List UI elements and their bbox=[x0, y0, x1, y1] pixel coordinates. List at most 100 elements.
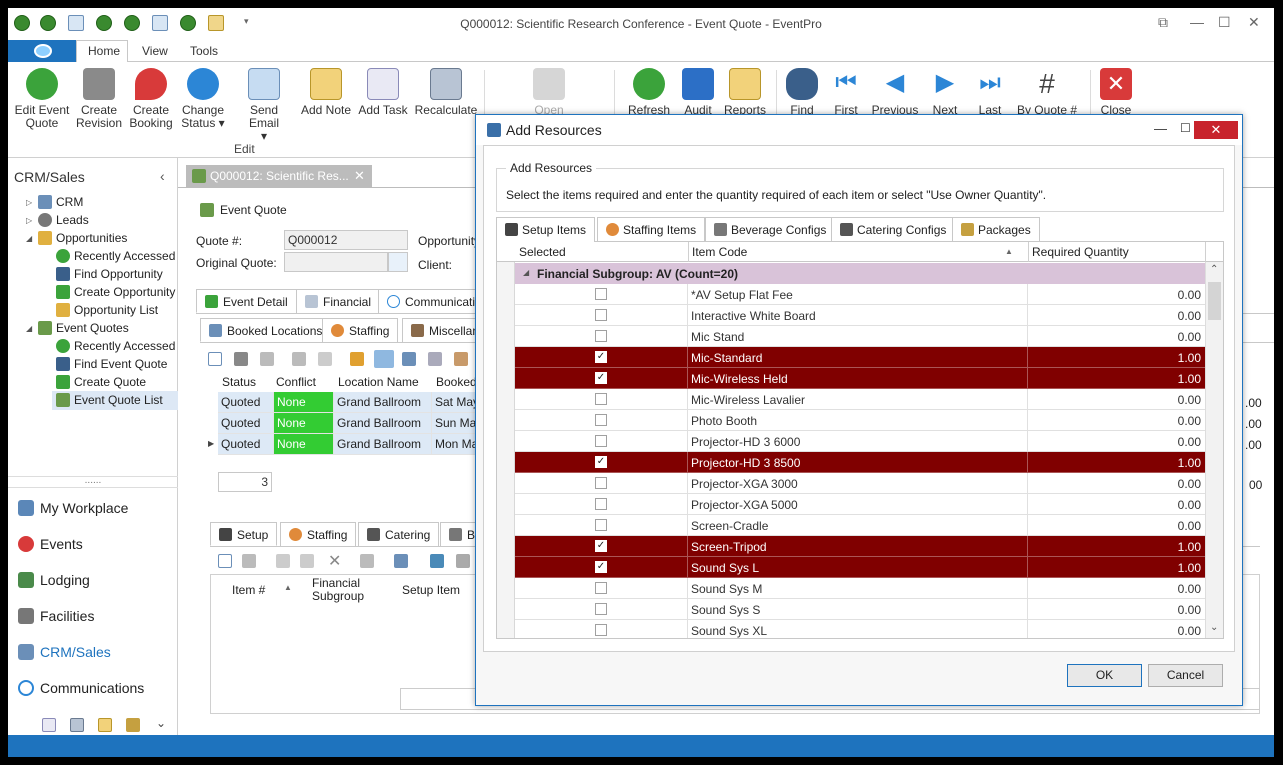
nav-communications[interactable]: Communications bbox=[18, 680, 144, 696]
add-task-button[interactable]: Add Task bbox=[358, 68, 408, 117]
item-row[interactable]: Mic-Wireless Lavalier 0.00 bbox=[515, 389, 1205, 410]
required-quantity[interactable]: 0.00 bbox=[1035, 624, 1201, 638]
misc-icon[interactable] bbox=[456, 554, 470, 568]
tree-item-opportunities[interactable]: Opportunities bbox=[38, 231, 127, 245]
tree-item-recently-accessed[interactable]: Recently Accessed bbox=[56, 249, 175, 263]
file-tab[interactable] bbox=[8, 40, 76, 62]
row3-conflict[interactable]: None bbox=[274, 434, 334, 455]
selected-checkbox[interactable] bbox=[595, 624, 607, 636]
tree-item-find-opportunity[interactable]: Find Opportunity bbox=[56, 267, 163, 281]
item-row[interactable]: Projector-HD 3 6000 0.00 bbox=[515, 431, 1205, 452]
selected-checkbox[interactable]: ✓ bbox=[595, 372, 607, 384]
save-icon[interactable] bbox=[292, 352, 306, 366]
item-row[interactable]: Mic Stand 0.00 bbox=[515, 326, 1205, 347]
resource-icon[interactable] bbox=[402, 352, 416, 366]
item-code[interactable]: Mic-Standard bbox=[691, 351, 762, 365]
selected-checkbox[interactable] bbox=[595, 393, 607, 405]
required-quantity[interactable]: 1.00 bbox=[1035, 456, 1201, 470]
required-quantity[interactable]: 1.00 bbox=[1035, 540, 1201, 554]
refresh-button[interactable]: Refresh bbox=[626, 68, 672, 117]
required-quantity[interactable]: 0.00 bbox=[1035, 393, 1201, 407]
send-email-button[interactable]: Send Email ▾ bbox=[234, 68, 294, 143]
collapse-icon[interactable]: ◢ bbox=[26, 234, 32, 243]
selected-checkbox[interactable]: ✓ bbox=[595, 351, 607, 363]
row2-status[interactable]: Quoted bbox=[218, 413, 274, 434]
restore-icon[interactable]: ⧉ bbox=[1158, 14, 1168, 31]
column-status[interactable]: Status bbox=[222, 375, 256, 389]
tree-item-find-event-quote[interactable]: Find Event Quote bbox=[56, 357, 167, 371]
required-quantity[interactable]: 0.00 bbox=[1035, 330, 1201, 344]
scroll-thumb[interactable] bbox=[1208, 282, 1221, 320]
tab-staffing-lower[interactable]: Staffing bbox=[280, 522, 357, 546]
item-row[interactable]: Sound Sys S 0.00 bbox=[515, 599, 1205, 620]
row1-location[interactable]: Grand Ballroom bbox=[334, 392, 432, 413]
item-row[interactable]: ✓ Screen-Tripod 1.00 bbox=[515, 536, 1205, 557]
group-row[interactable]: ◢ Financial Subgroup: AV (Count=20) bbox=[515, 263, 1205, 284]
item-code[interactable]: Sound Sys S bbox=[691, 603, 760, 617]
nav-lodging[interactable]: Lodging bbox=[18, 572, 90, 588]
item-code[interactable]: Mic-Wireless Lavalier bbox=[691, 393, 805, 407]
scroll-up-icon[interactable]: ⌃ bbox=[1210, 264, 1218, 275]
required-quantity[interactable]: 0.00 bbox=[1035, 414, 1201, 428]
last-button[interactable]: ⏭ Last bbox=[972, 68, 1008, 117]
audit-button[interactable]: Audit bbox=[678, 68, 718, 117]
tab-view[interactable]: View bbox=[142, 44, 168, 58]
item-row[interactable]: Interactive White Board 0.00 bbox=[515, 305, 1205, 326]
collapse-icon[interactable]: ◢ bbox=[26, 324, 32, 333]
row3-location[interactable]: Grand Ballroom bbox=[334, 434, 432, 455]
required-quantity[interactable]: 0.00 bbox=[1035, 603, 1201, 617]
required-quantity[interactable]: 0.00 bbox=[1035, 288, 1201, 302]
item-code[interactable]: Screen-Tripod bbox=[691, 540, 767, 554]
tree-item-leads[interactable]: Leads bbox=[38, 213, 89, 227]
required-quantity[interactable]: 0.00 bbox=[1035, 582, 1201, 596]
required-quantity[interactable]: 0.00 bbox=[1035, 498, 1201, 512]
ok-button[interactable]: OK bbox=[1067, 664, 1142, 687]
expand-icon[interactable]: ▷ bbox=[26, 216, 32, 225]
close-tab-icon[interactable]: ✕ bbox=[354, 168, 365, 184]
calculator-icon[interactable] bbox=[70, 718, 84, 732]
selected-checkbox[interactable] bbox=[595, 330, 607, 342]
selected-checkbox[interactable]: ✓ bbox=[595, 456, 607, 468]
item-code[interactable]: Projector-HD 3 8500 bbox=[691, 456, 800, 470]
copy-icon[interactable] bbox=[242, 554, 256, 568]
document-tab[interactable]: Q000012: Scientific Res... ✕ bbox=[186, 165, 372, 187]
required-quantity[interactable]: 1.00 bbox=[1035, 372, 1201, 386]
tab-home[interactable]: Home bbox=[88, 44, 120, 58]
resource-alt-icon[interactable] bbox=[428, 352, 442, 366]
scroll-down-icon[interactable]: ⌄ bbox=[1210, 622, 1218, 633]
first-button[interactable]: ⏮ First bbox=[828, 68, 864, 117]
selected-checkbox[interactable] bbox=[595, 582, 607, 594]
row2-conflict[interactable]: None bbox=[274, 413, 334, 434]
close-window-icon[interactable]: ✕ bbox=[1248, 14, 1260, 31]
item-code[interactable]: Interactive White Board bbox=[691, 309, 816, 323]
nav-events[interactable]: Events bbox=[18, 536, 83, 552]
tab-tools[interactable]: Tools bbox=[190, 44, 218, 58]
maximize-icon[interactable]: ☐ bbox=[1218, 14, 1231, 31]
selected-checkbox[interactable] bbox=[595, 288, 607, 300]
selected-checkbox[interactable]: ✓ bbox=[595, 540, 607, 552]
add-resources-icon[interactable] bbox=[374, 350, 394, 368]
selected-checkbox[interactable] bbox=[595, 414, 607, 426]
tab-setup-items[interactable]: Setup Items bbox=[496, 217, 596, 242]
next-button[interactable]: ▶ Next bbox=[926, 68, 964, 117]
nav-my-workplace[interactable]: My Workplace bbox=[18, 500, 128, 516]
sidebar-splitter[interactable]: ...... bbox=[8, 476, 178, 488]
tab-financial[interactable]: Financial bbox=[296, 289, 381, 313]
item-row[interactable]: Photo Booth 0.00 bbox=[515, 410, 1205, 431]
selected-checkbox[interactable]: ✓ bbox=[595, 561, 607, 573]
column-selected[interactable]: Selected bbox=[519, 245, 566, 259]
quote-number-field[interactable]: Q000012 bbox=[284, 230, 408, 250]
column-location-name[interactable]: Location Name bbox=[338, 375, 419, 389]
column-item-number[interactable]: Item # bbox=[232, 583, 265, 597]
row1-status[interactable]: Quoted bbox=[218, 392, 274, 413]
tree-item-crm[interactable]: CRM bbox=[38, 195, 83, 209]
required-quantity[interactable]: 0.00 bbox=[1035, 477, 1201, 491]
task-icon[interactable] bbox=[42, 718, 56, 732]
collapse-sidebar-icon[interactable]: ‹ bbox=[160, 168, 165, 184]
item-code[interactable]: Screen-Cradle bbox=[691, 519, 768, 533]
item-code[interactable]: Projector-XGA 3000 bbox=[691, 477, 798, 491]
note-icon[interactable] bbox=[98, 718, 112, 732]
tab-setup[interactable]: Setup bbox=[210, 522, 278, 546]
item-code[interactable]: Projector-HD 3 6000 bbox=[691, 435, 800, 449]
pencil-icon[interactable] bbox=[350, 352, 364, 366]
